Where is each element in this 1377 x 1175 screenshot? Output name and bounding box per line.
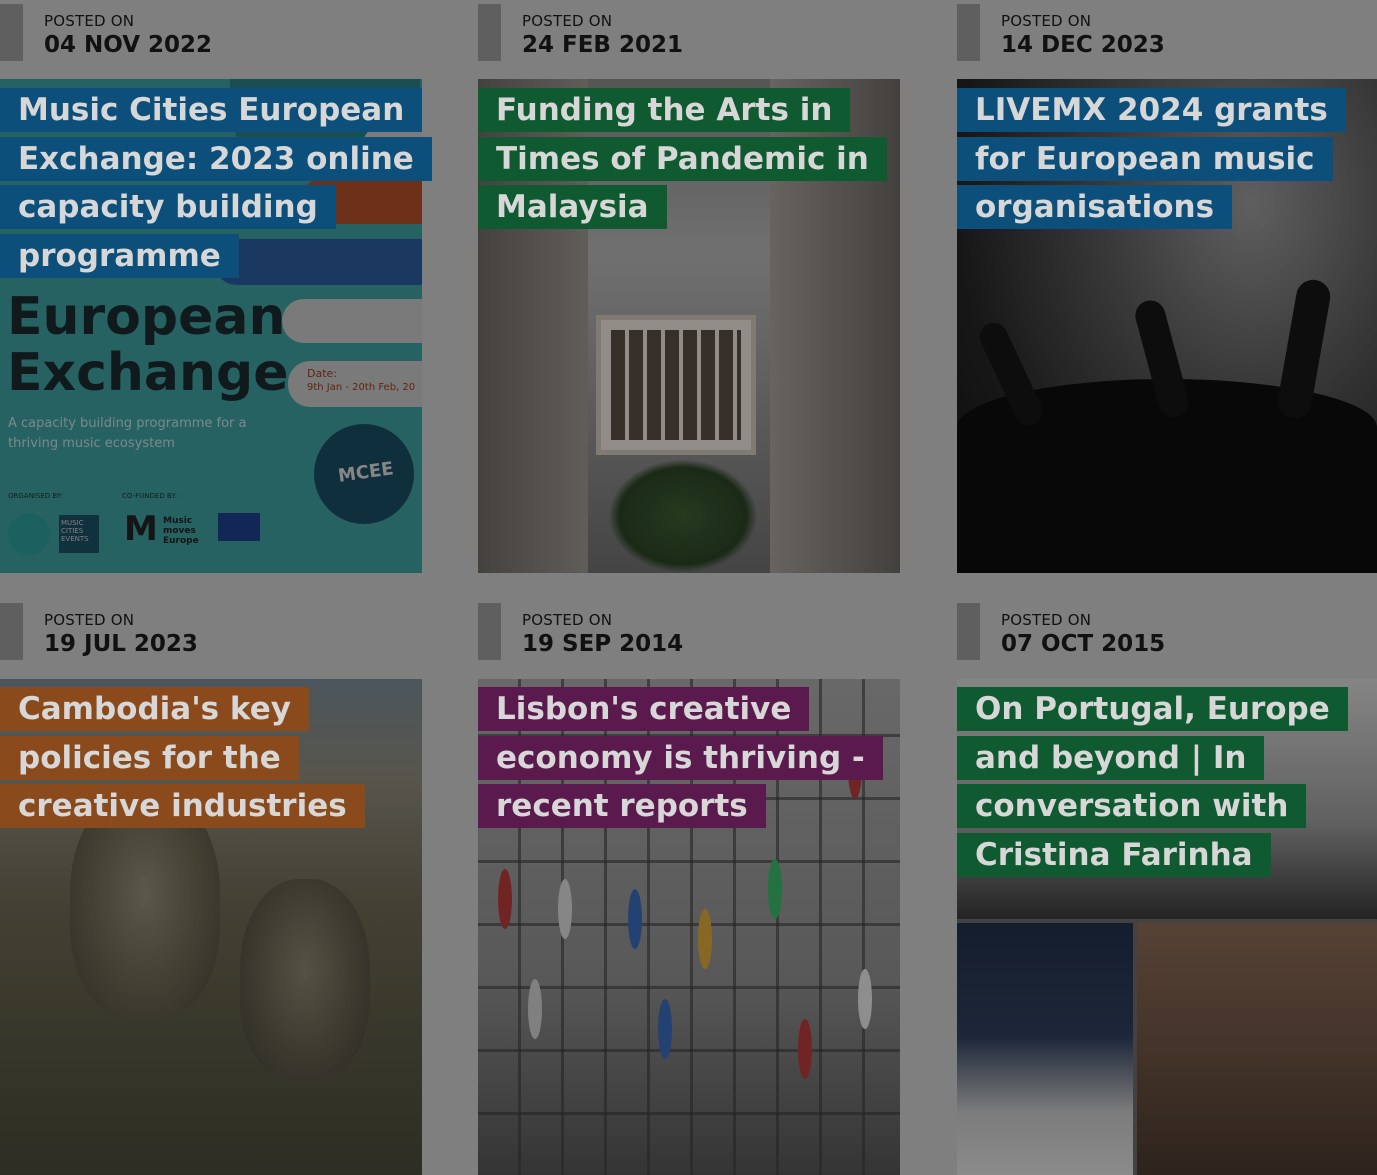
post-card[interactable]: POSTED ON 19 JUL 2023 Cambodia's key pol… bbox=[0, 599, 422, 1175]
music-cities-logo: MUSIC CITIES EVENTS bbox=[59, 515, 99, 553]
surfboard bbox=[698, 909, 712, 969]
post-date: 04 NOV 2022 bbox=[44, 32, 213, 58]
surfboard bbox=[798, 1019, 812, 1079]
post-date: 24 FEB 2021 bbox=[522, 32, 683, 58]
post-card[interactable]: POSTED ON 04 NOV 2022 European Exchange … bbox=[0, 0, 432, 580]
date-accent-bar bbox=[0, 603, 23, 660]
framed-artwork bbox=[596, 315, 756, 455]
surfboard bbox=[858, 969, 872, 1029]
eu-flag-icon bbox=[218, 513, 260, 541]
post-title-wrap[interactable]: Funding the Arts in Times of Pandemic in… bbox=[478, 86, 900, 232]
posted-on-label: POSTED ON bbox=[522, 611, 613, 629]
date-accent-bar bbox=[957, 603, 980, 660]
sound-diplomacy-logo bbox=[8, 513, 50, 555]
decorative-shape bbox=[282, 299, 422, 343]
image-tagline-2: thriving music ecosystem bbox=[8, 436, 175, 451]
post-title-wrap[interactable]: Lisbon's creative economy is thriving - … bbox=[478, 685, 900, 831]
posted-on-label: POSTED ON bbox=[522, 12, 613, 30]
posted-on-label: POSTED ON bbox=[44, 611, 135, 629]
image-tagline-1: A capacity building programme for a bbox=[8, 416, 247, 431]
surfboard bbox=[558, 879, 572, 939]
posted-on-label: POSTED ON bbox=[44, 12, 135, 30]
post-date: 19 JUL 2023 bbox=[44, 631, 198, 657]
post-title-wrap[interactable]: LIVEMX 2024 grants for European music or… bbox=[957, 86, 1377, 232]
image-headline-1: European bbox=[7, 287, 286, 347]
post-date-block: POSTED ON 19 JUL 2023 bbox=[0, 599, 422, 669]
stone-face bbox=[240, 879, 370, 1079]
post-grid: POSTED ON 04 NOV 2022 European Exchange … bbox=[0, 0, 1377, 1175]
mcee-badge: MCEE bbox=[314, 424, 414, 524]
post-date-block: POSTED ON 14 DEC 2023 bbox=[957, 0, 1377, 70]
surfboard bbox=[658, 999, 672, 1059]
post-date-block: POSTED ON 04 NOV 2022 bbox=[0, 0, 422, 70]
post-date: 14 DEC 2023 bbox=[1001, 32, 1165, 58]
post-title[interactable]: Funding the Arts in Times of Pandemic in… bbox=[478, 88, 887, 229]
co-funded-by-label: CO-FUNDED BY: bbox=[122, 492, 178, 500]
post-card[interactable]: POSTED ON 19 SEP 2014 Lisbon's creative … bbox=[478, 599, 900, 1175]
date-accent-bar bbox=[478, 4, 501, 61]
music-moves-europe-logo: Music moves Europe bbox=[163, 516, 199, 546]
post-date: 19 SEP 2014 bbox=[522, 631, 684, 657]
post-title[interactable]: Music Cities European Exchange: 2023 onl… bbox=[0, 88, 432, 278]
post-date: 07 OCT 2015 bbox=[1001, 631, 1166, 657]
surfboard bbox=[628, 889, 642, 949]
image-date-label: Date: bbox=[307, 367, 337, 380]
photo-bottom-right bbox=[1137, 923, 1377, 1175]
image-date-value: 9th Jan - 20th Feb, 20 bbox=[307, 382, 416, 393]
post-card[interactable]: POSTED ON 24 FEB 2021 Funding the Arts i… bbox=[478, 0, 900, 580]
badge-text: MCEE bbox=[336, 458, 395, 487]
post-date-block: POSTED ON 07 OCT 2015 bbox=[957, 599, 1377, 669]
date-accent-bar bbox=[478, 603, 501, 660]
surfboard bbox=[498, 869, 512, 929]
posted-on-label: POSTED ON bbox=[1001, 12, 1092, 30]
post-title-wrap[interactable]: Cambodia's key policies for the creative… bbox=[0, 685, 422, 831]
post-title-wrap[interactable]: Music Cities European Exchange: 2023 onl… bbox=[0, 86, 432, 280]
post-title[interactable]: Cambodia's key policies for the creative… bbox=[0, 687, 365, 828]
date-accent-bar bbox=[957, 4, 980, 61]
post-card[interactable]: POSTED ON 14 DEC 2023 LIVEMX 2024 grants… bbox=[957, 0, 1377, 580]
post-title[interactable]: LIVEMX 2024 grants for European music or… bbox=[957, 88, 1346, 229]
organised-by-label: ORGANISED BY: bbox=[8, 492, 63, 500]
post-date-block: POSTED ON 19 SEP 2014 bbox=[478, 599, 900, 669]
plant bbox=[608, 459, 758, 573]
post-title[interactable]: On Portugal, Europe and beyond | In conv… bbox=[957, 687, 1348, 877]
post-title-wrap[interactable]: On Portugal, Europe and beyond | In conv… bbox=[957, 685, 1377, 879]
photo-bottom-left bbox=[957, 923, 1133, 1175]
post-title[interactable]: Lisbon's creative economy is thriving - … bbox=[478, 687, 883, 828]
image-headline-2: Exchange bbox=[7, 343, 289, 403]
date-accent-bar bbox=[0, 4, 23, 61]
musicare-logo: M bbox=[124, 509, 158, 549]
surfboard bbox=[528, 979, 542, 1039]
surfboard bbox=[768, 859, 782, 919]
post-card[interactable]: POSTED ON 07 OCT 2015 On Portugal, Europ… bbox=[957, 599, 1377, 1175]
posted-on-label: POSTED ON bbox=[1001, 611, 1092, 629]
post-date-block: POSTED ON 24 FEB 2021 bbox=[478, 0, 900, 70]
